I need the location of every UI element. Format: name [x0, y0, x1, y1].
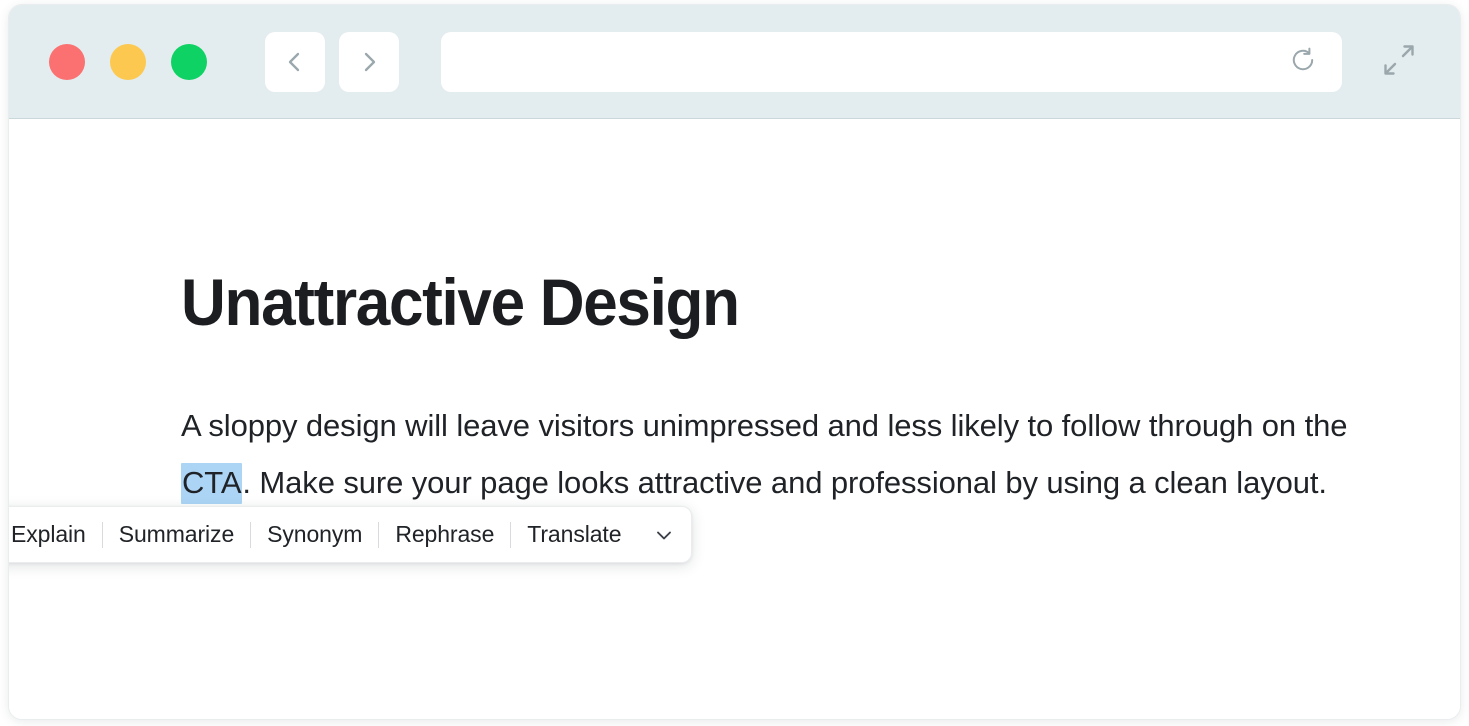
maximize-window-button[interactable] [171, 44, 207, 80]
minimize-window-button[interactable] [110, 44, 146, 80]
forward-button[interactable] [339, 32, 399, 92]
paragraph-text-before-selection: A sloppy design will leave visitors unim… [181, 408, 1348, 443]
traffic-light-buttons [49, 44, 207, 80]
ai-action-translate[interactable]: Translate [511, 523, 637, 546]
close-window-button[interactable] [49, 44, 85, 80]
ai-action-explain[interactable]: Explain [9, 523, 102, 546]
navigation-buttons [265, 32, 399, 92]
chevron-left-icon [282, 49, 308, 75]
back-button[interactable] [265, 32, 325, 92]
address-bar[interactable] [441, 32, 1342, 92]
page-title: Unattractive Design [181, 265, 740, 339]
ai-selection-toolbar: Explain Summarize Synonym Rephrase Trans… [9, 506, 693, 563]
selected-text-cta[interactable]: CTA [181, 463, 243, 504]
page-content-area: Unattractive Design A sloppy design will… [9, 119, 1460, 719]
expand-diagonal-icon [1378, 39, 1420, 86]
browser-chrome-bar [9, 5, 1460, 119]
chevron-down-icon[interactable] [653, 524, 675, 546]
fullscreen-button[interactable] [1368, 31, 1430, 93]
reload-button[interactable] [1286, 45, 1320, 79]
browser-window: Unattractive Design A sloppy design will… [8, 4, 1461, 720]
page-body-paragraph: A sloppy design will leave visitors unim… [181, 397, 1353, 511]
chevron-right-icon [356, 49, 382, 75]
ai-action-summarize[interactable]: Summarize [103, 523, 250, 546]
paragraph-text-after-selection: . Make sure your page looks attractive a… [242, 465, 1327, 500]
ai-action-synonym[interactable]: Synonym [251, 523, 378, 546]
ai-action-rephrase[interactable]: Rephrase [379, 523, 510, 546]
reload-icon [1288, 45, 1318, 80]
